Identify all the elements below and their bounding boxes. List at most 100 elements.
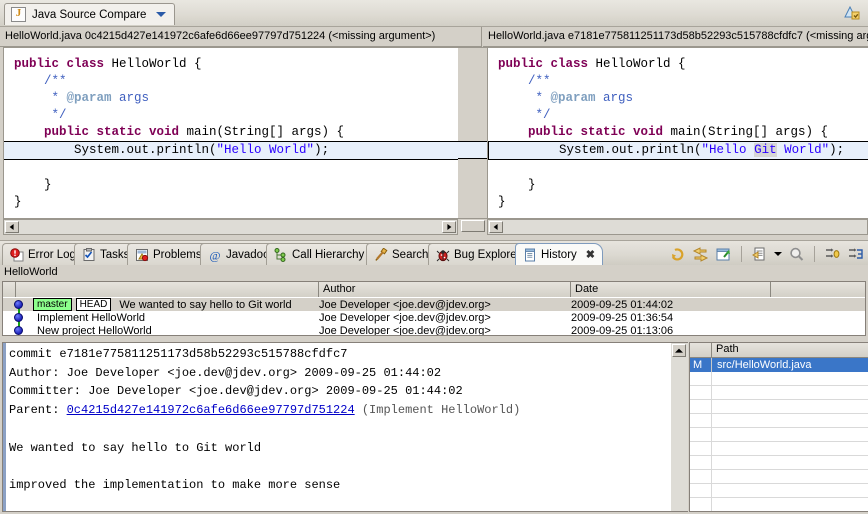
history-view-toolbar bbox=[669, 244, 864, 264]
table-row[interactable]: Implement HelloWorld Joe Developer <joe.… bbox=[3, 311, 865, 324]
table-row[interactable]: master HEAD We wanted to say hello to Gi… bbox=[3, 298, 865, 311]
bug-explorer-icon bbox=[436, 249, 450, 261]
commit-detail-text: commit e7181e775811251173d58b52293c51578… bbox=[9, 345, 669, 511]
code-javadoc: args bbox=[595, 91, 634, 105]
scroll-thumb[interactable] bbox=[461, 220, 485, 232]
link-editor-icon[interactable] bbox=[715, 246, 732, 263]
diff-connector-fill bbox=[458, 142, 487, 158]
left-pane-header: HelloWorld.java 0c4215d427e141972c6afe6d… bbox=[0, 27, 482, 47]
view-tab-bar: Error Log Tasks Problems @ Javadoc Call … bbox=[0, 240, 868, 265]
code-text: main(String[] args) { bbox=[179, 125, 345, 139]
file-status: M bbox=[690, 358, 712, 372]
commit-dot bbox=[14, 326, 23, 335]
code-javadoc: args bbox=[111, 91, 150, 105]
commit-table-horizontal-scrollbar[interactable] bbox=[2, 336, 866, 341]
code-text: ); bbox=[314, 143, 330, 157]
right-pane-horizontal-scrollbar[interactable] bbox=[487, 219, 868, 235]
tab-label: History bbox=[541, 248, 577, 261]
find-icon[interactable] bbox=[788, 246, 805, 263]
chevron-down-icon[interactable] bbox=[156, 12, 167, 17]
changed-files-panel[interactable]: Path M src/HelloWorld.java bbox=[689, 342, 868, 512]
code-javadoc: */ bbox=[498, 108, 551, 122]
left-code-pane[interactable]: public class HelloWorld { /** * @param a… bbox=[3, 47, 458, 219]
toolbar-separator bbox=[814, 246, 815, 262]
code-text: } bbox=[14, 178, 52, 192]
java-source-compare-editor: Java Source Compare HelloWorld.java 0c42… bbox=[0, 0, 868, 237]
commit-graph-cell bbox=[3, 298, 33, 311]
tab-label: Problems bbox=[153, 248, 202, 261]
code-keyword: public static void bbox=[14, 125, 180, 139]
right-code-pane[interactable]: public class HelloWorld { /** * @param a… bbox=[487, 47, 868, 219]
column-header-date[interactable]: Date bbox=[571, 282, 771, 297]
ref-badge-master: master bbox=[33, 298, 72, 311]
commit-detail-panel[interactable]: commit e7181e775811251173d58b52293c51578… bbox=[2, 342, 671, 512]
tab-java-source-compare[interactable]: Java Source Compare bbox=[4, 3, 176, 25]
tab-history[interactable]: History ✖ bbox=[515, 243, 603, 265]
scroll-up-arrow[interactable] bbox=[672, 344, 686, 357]
code-text: } bbox=[14, 195, 22, 209]
left-code-text: public class HelloWorld { /** * @param a… bbox=[4, 48, 458, 218]
code-javadoc: */ bbox=[14, 108, 67, 122]
empty-row bbox=[690, 456, 868, 470]
commit-detail-vertical-scrollbar[interactable] bbox=[671, 342, 688, 512]
code-javadoc: /** bbox=[498, 74, 551, 88]
empty-row bbox=[690, 428, 868, 442]
dropdown-arrow-icon[interactable] bbox=[774, 252, 782, 256]
code-javadoc: * bbox=[14, 91, 67, 105]
filter-icon[interactable] bbox=[751, 246, 768, 263]
code-text: System.out.println( bbox=[14, 143, 217, 157]
commit-body-line: improved the implementation to make more… bbox=[9, 477, 341, 492]
author-line: Author: Joe Developer <joe.dev@jdev.org>… bbox=[9, 365, 442, 380]
code-text: main(String[] args) { bbox=[663, 125, 829, 139]
column-header-message[interactable] bbox=[16, 282, 319, 297]
code-string-changed: Git bbox=[754, 143, 777, 157]
commit-graph-cell bbox=[3, 311, 33, 324]
table-row[interactable]: New project HelloWorld Joe Developer <jo… bbox=[3, 324, 865, 335]
commit-id: e7181e775811251173d58b52293c515788cfdfc7 bbox=[59, 347, 348, 361]
commit-table-header: Author Date bbox=[3, 282, 865, 297]
show-all-changes-icon[interactable] bbox=[847, 246, 864, 263]
diff-connector-top-line bbox=[458, 141, 487, 142]
scroll-right-arrow[interactable] bbox=[442, 221, 456, 233]
compare-pane-headers: HelloWorld.java 0c4215d427e141972c6afe6d… bbox=[0, 27, 868, 47]
compare-editor-titlebar: Java Source Compare bbox=[0, 0, 868, 27]
tab-problems[interactable]: Problems bbox=[127, 243, 210, 265]
code-string: "Hello bbox=[701, 143, 755, 157]
commit-author: Joe Developer <joe.dev@jdev.org> bbox=[319, 298, 491, 311]
scroll-left-arrow[interactable] bbox=[489, 221, 503, 233]
empty-row bbox=[690, 484, 868, 498]
tab-bug-explorer[interactable]: Bug Explorer bbox=[428, 243, 529, 265]
column-header-author[interactable]: Author bbox=[319, 282, 571, 297]
parent-label: Parent: bbox=[9, 403, 67, 418]
commit-message: Implement HelloWorld bbox=[37, 311, 146, 324]
compare-mode-icon[interactable] bbox=[692, 246, 709, 263]
scroll-left-arrow[interactable] bbox=[5, 221, 19, 233]
column-header-extra[interactable] bbox=[771, 282, 865, 297]
files-table-header: Path bbox=[690, 343, 868, 358]
commit-dot bbox=[14, 300, 23, 309]
refresh-icon[interactable] bbox=[669, 246, 686, 263]
javadoc-at-icon: @ bbox=[209, 248, 220, 262]
commit-graph-table[interactable]: Author Date master HEAD We wanted to say… bbox=[2, 281, 866, 336]
diff-connector-area bbox=[458, 47, 487, 219]
close-icon[interactable]: ✖ bbox=[586, 248, 595, 261]
tab-search[interactable]: Search bbox=[366, 243, 437, 265]
column-header-status[interactable] bbox=[690, 343, 712, 357]
list-item[interactable]: M src/HelloWorld.java bbox=[690, 358, 868, 372]
code-text: HelloWorld { bbox=[104, 57, 202, 71]
tab-label: Call Hierarchy bbox=[292, 248, 365, 261]
show-all-branches-icon[interactable] bbox=[824, 246, 841, 263]
tab-error-log[interactable]: Error Log bbox=[2, 243, 84, 265]
empty-row bbox=[690, 498, 868, 511]
column-header-graph[interactable] bbox=[3, 282, 16, 297]
committer-line: Committer: Joe Developer <joe.dev@jdev.o… bbox=[9, 384, 463, 399]
left-pane-horizontal-scrollbar[interactable] bbox=[3, 219, 458, 235]
code-string: "Hello World" bbox=[216, 143, 315, 157]
commit-body-line: We wanted to say hello to Git world bbox=[9, 440, 262, 455]
tab-call-hierarchy[interactable]: Call Hierarchy bbox=[266, 243, 373, 265]
column-header-path[interactable]: Path bbox=[712, 343, 868, 357]
tab-label: Javadoc bbox=[226, 248, 269, 261]
parent-commit-link[interactable]: 0c4215d427e141972c6afe6d66ee97797d751224 bbox=[67, 403, 355, 417]
error-log-icon bbox=[10, 247, 24, 261]
commit-message-cell: Implement HelloWorld bbox=[33, 312, 319, 324]
